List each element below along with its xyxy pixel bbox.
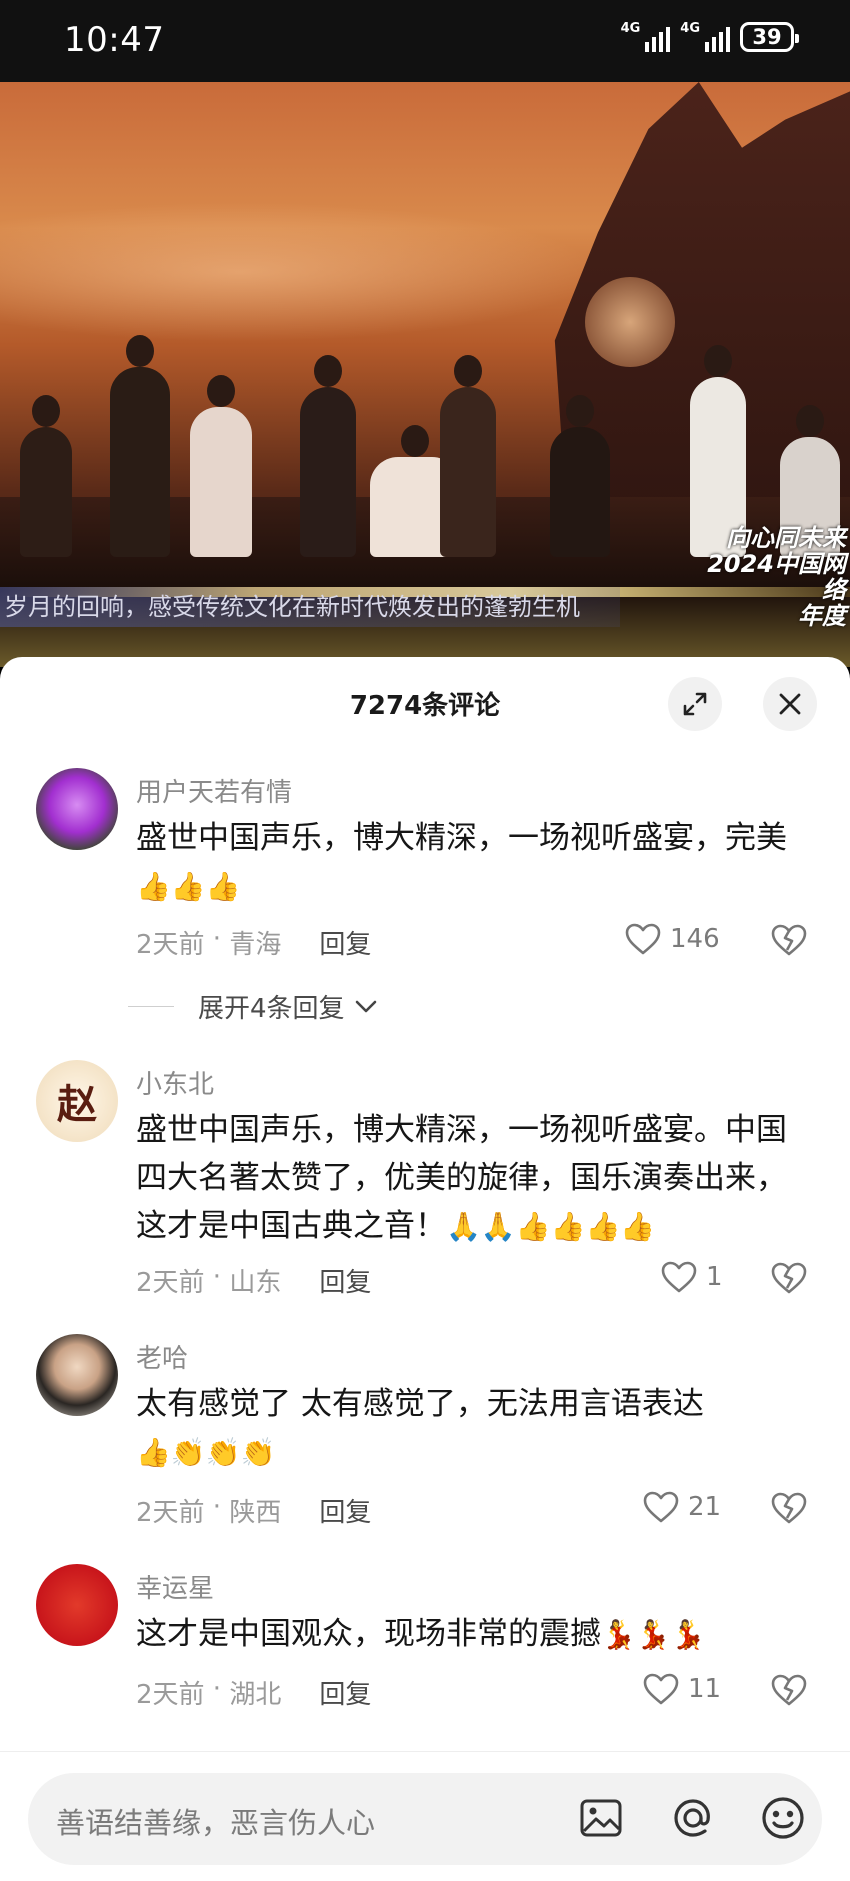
- heart-icon: [643, 1491, 679, 1523]
- comment-time: 2天前: [136, 1680, 205, 1710]
- comment-username[interactable]: 老哈: [136, 1338, 188, 1375]
- heart-icon: [661, 1261, 697, 1293]
- like-count: 11: [688, 1674, 722, 1704]
- comment-meta: 2天前 · 山东 回复: [136, 1262, 372, 1299]
- expand-button[interactable]: [668, 677, 722, 731]
- cellular-signal-icon: 4G: [621, 22, 671, 52]
- chevron-down-icon: [355, 1000, 376, 1012]
- video-performer: [110, 335, 170, 557]
- video-performer: [20, 395, 72, 557]
- video-scene-drum: [585, 277, 675, 367]
- clap-emoji: 👍👏👏👏: [136, 1436, 276, 1469]
- comment-text: 这才是中国观众，现场非常的震撼💃💃💃: [136, 1616, 706, 1652]
- expand-icon: [683, 692, 707, 716]
- emoji-button[interactable]: [758, 1793, 808, 1843]
- image-icon: [580, 1799, 622, 1837]
- reply-button[interactable]: 回复: [319, 1262, 371, 1299]
- comment-panel-header: 7274条评论: [0, 657, 850, 749]
- comment-meta: 2天前 · 陕西 回复: [136, 1492, 372, 1529]
- comment-text: 盛世中国声乐，博大精深，一场视听盛宴。中国四大名著太赞了，优美的旋律，国乐演奏出…: [136, 1112, 787, 1244]
- comment-time: 2天前: [136, 930, 205, 960]
- at-icon: [674, 1799, 710, 1837]
- avatar[interactable]: [36, 1564, 118, 1646]
- close-button[interactable]: [763, 677, 817, 731]
- avatar-calligraphy: 赵: [57, 1081, 97, 1128]
- like-button[interactable]: 11: [642, 1672, 721, 1706]
- comment-count-title: 7274条评论: [349, 691, 501, 721]
- avatar[interactable]: [36, 1334, 118, 1416]
- reply-button[interactable]: 回复: [319, 1674, 371, 1711]
- comment-input-bar: 善语结善缘，恶言伤人心: [0, 1751, 850, 1881]
- comment-username[interactable]: 用户天若有情: [136, 772, 292, 809]
- comment-time: 2天前: [136, 1498, 205, 1528]
- comment-region: 陕西: [229, 1498, 282, 1528]
- comment-meta: 2天前 · 湖北 回复: [136, 1674, 372, 1711]
- comment-meta: 2天前 · 青海 回复: [136, 924, 372, 961]
- heart-icon: [625, 923, 661, 955]
- reply-button[interactable]: 回复: [319, 924, 371, 961]
- like-button[interactable]: 146: [624, 922, 720, 956]
- video-scene-mist: [0, 202, 600, 342]
- dislike-heart-icon[interactable]: [770, 1261, 808, 1295]
- dislike-heart-icon[interactable]: [770, 1673, 808, 1707]
- status-icons: 4G 4G 39: [621, 22, 799, 52]
- comment-input-placeholder: 善语结善缘，恶言伤人心: [56, 1806, 376, 1840]
- like-button[interactable]: 1: [660, 1260, 723, 1294]
- video-performer: [440, 355, 496, 557]
- mention-button[interactable]: [668, 1793, 718, 1843]
- thumbs-up-emoji: 👍👍👍: [136, 870, 241, 903]
- video-player[interactable]: 岁月的回响，感受传统文化在新时代焕发出的蓬勃生机 向心同未来 2024中国网络 …: [0, 82, 850, 667]
- comment-time: 2天前: [136, 1268, 205, 1298]
- battery-icon: 39: [740, 22, 799, 52]
- dislike-heart-icon[interactable]: [770, 923, 808, 957]
- video-performer: [190, 375, 252, 557]
- avatar[interactable]: 赵: [36, 1060, 118, 1142]
- divider: [128, 1006, 174, 1007]
- image-button[interactable]: [576, 1793, 626, 1843]
- video-performer: [550, 395, 610, 557]
- video-logo-watermark: 向心同未来 2024中国网络 年度: [707, 524, 846, 630]
- comment-region: 湖北: [229, 1680, 282, 1710]
- video-subtitle: 岁月的回响，感受传统文化在新时代焕发出的蓬勃生机: [0, 587, 620, 627]
- expand-replies-label: 展开4条回复: [198, 994, 345, 1024]
- like-count: 1: [706, 1262, 723, 1292]
- like-count: 21: [688, 1492, 722, 1522]
- comment-input[interactable]: 善语结善缘，恶言伤人心: [28, 1773, 822, 1865]
- status-time: 10:47: [64, 20, 165, 60]
- comment-text: 太有感觉了 太有感觉了，无法用言语表达👍👏👏👏: [136, 1386, 704, 1469]
- comment-username[interactable]: 小东北: [136, 1064, 214, 1101]
- video-performer: [300, 355, 356, 557]
- comment-text: 盛世中国声乐，博大精深，一场视听盛宴，完美👍👍👍: [136, 820, 787, 903]
- comment-username[interactable]: 幸运星: [136, 1568, 214, 1605]
- expand-replies-button[interactable]: 展开4条回复: [128, 988, 377, 1025]
- smiley-icon: [762, 1797, 804, 1839]
- comment-region: 青海: [229, 930, 282, 960]
- close-icon: [779, 693, 801, 715]
- comment-region: 山东: [229, 1268, 282, 1298]
- cellular-signal-icon-2: 4G: [680, 22, 730, 52]
- heart-icon: [643, 1673, 679, 1705]
- dislike-heart-icon[interactable]: [770, 1491, 808, 1525]
- status-bar: 10:47 4G 4G 39: [0, 0, 850, 82]
- like-count: 146: [670, 924, 720, 954]
- avatar[interactable]: [36, 768, 118, 850]
- reply-button[interactable]: 回复: [319, 1492, 371, 1529]
- dancer-emoji: 💃💃💃: [601, 1618, 706, 1651]
- pray-thumbs-emoji: 🙏🙏👍👍👍👍: [446, 1210, 656, 1243]
- like-button[interactable]: 21: [642, 1490, 721, 1524]
